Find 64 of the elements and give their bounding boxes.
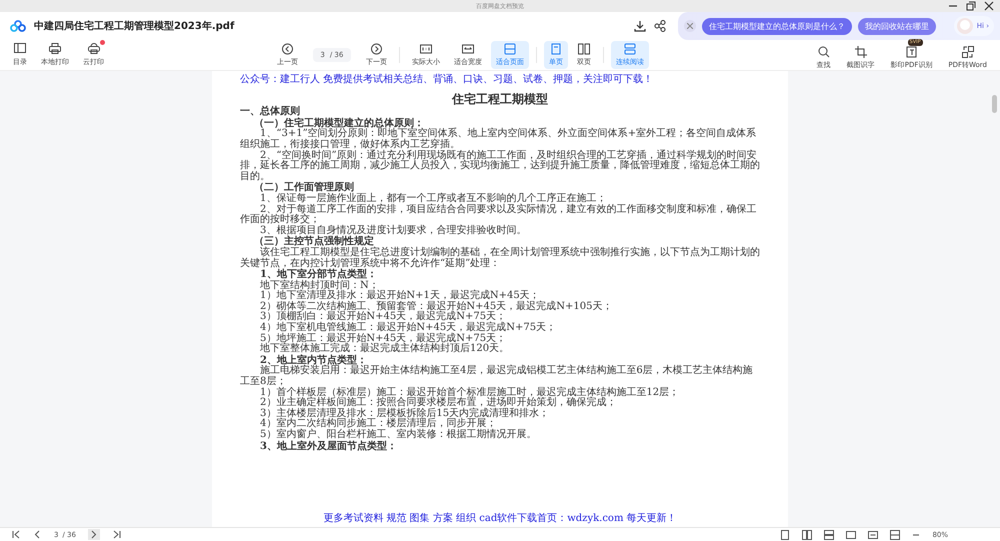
avatar-icon bbox=[956, 17, 974, 35]
fit-page-icon[interactable] bbox=[890, 530, 900, 540]
single-page-icon[interactable] bbox=[780, 530, 790, 540]
search-icon bbox=[818, 46, 830, 58]
last-page-icon[interactable] bbox=[112, 530, 121, 539]
subsection-heading: 2、地上室内节点类型： bbox=[259, 356, 367, 366]
subsection-heading: （二）工作面管理原则 bbox=[253, 183, 354, 194]
paragraph: 1）地下室清理及排水：最迟开始N+1天，最迟完成N+45天； bbox=[259, 291, 540, 302]
subsection-heading: （一）住宅工期模型建立的总体原则： bbox=[253, 118, 424, 129]
first-page-icon[interactable] bbox=[12, 530, 21, 539]
actual-size-icon[interactable] bbox=[846, 530, 856, 540]
single-page-icon bbox=[550, 43, 562, 55]
chevron-left-icon bbox=[282, 43, 293, 55]
previous-icon[interactable] bbox=[33, 530, 42, 539]
actual-size-icon bbox=[420, 43, 432, 55]
paragraph: 1）首个样板层（标准层）施工：最迟开始首个标准层施工时，最迟完成主体结构施工至12层； bbox=[259, 388, 680, 398]
suggestion-chip[interactable]: 住宅工期模型建立的总体原则是什么？ bbox=[702, 18, 852, 34]
subsection-heading: 1、地下室分部节点类型： bbox=[259, 270, 378, 280]
document-title: 住宅工程工期模型 bbox=[450, 94, 549, 104]
paragraph: 4）地下室机电管线施工：最迟开始N+45天，最迟完成N+75天； bbox=[259, 323, 558, 334]
paragraph: 地下室整体施工完成：最迟完成主体结构封顶后120天。 bbox=[259, 344, 510, 354]
double-page-icon[interactable] bbox=[802, 530, 812, 540]
paragraph: 5）地坪施工：最迟开始N+45天，最迟完成N+75天； bbox=[259, 334, 508, 344]
notice-text: 公众号：建工行人 免费提供考试相关总结、背诵、口诀、习题、试卷、押题，关注即可下载！ bbox=[240, 75, 654, 86]
paragraph: 2、“空间换时间”原则：通过充分利用现场既有的施工工作面，及时组织合理的工艺穿插，通过科学规划的时间安排，延长各工序的施工周期，减少施工人员投入，实现均衡施工，达到提升施工质量，降低管理难度，缩短总体工期的目的。 bbox=[240, 150, 760, 182]
section-heading: 一、总体原则 bbox=[240, 107, 300, 118]
printer-icon bbox=[88, 43, 100, 54]
close-button[interactable] bbox=[684, 20, 696, 32]
sidebar-icon bbox=[14, 43, 26, 53]
subsection-heading: （三）主控节点强制性规定 bbox=[253, 237, 374, 248]
close-icon[interactable] bbox=[984, 1, 994, 11]
subsection-heading: 3、地上室外及屋面节点类型： bbox=[259, 442, 398, 452]
continuous-icon[interactable] bbox=[824, 530, 834, 540]
double-page-icon bbox=[578, 43, 590, 55]
chevron-right-icon bbox=[370, 43, 382, 55]
paragraph: 5）室内窗户、阳台栏杆施工、室内装修：根据工期情况开展。 bbox=[259, 430, 538, 440]
footer-text: 更多考试资料 规范 图集 方案 组织 cad软件下载首页：wdzyk.com 每天更新！ bbox=[322, 514, 678, 525]
share-icon[interactable] bbox=[654, 20, 666, 32]
fit-page-icon bbox=[504, 43, 516, 55]
paragraph: 3、根据项目自身情况及进度计划要求，合理安排验收时间。 bbox=[259, 226, 528, 236]
paragraph: 1、“3+1”空间划分原则：即地下室空间体系、地上室内空间体系、外立面空间体系+室外工程；各空间自成体系组织施工，衔接接口管理，做好体系内工艺穿插。 bbox=[240, 129, 758, 150]
restore-icon[interactable] bbox=[966, 1, 976, 11]
continuous-icon bbox=[624, 43, 636, 55]
paragraph: 3）顶棚刮白：最迟开始N+45天，最迟完成N+75天； bbox=[259, 312, 506, 322]
printer-icon bbox=[49, 43, 61, 54]
paragraph: 2、对于每道工序工作面的安排，项目应结合合同要求以及实际情况，建立有效的工作面移交制度和标准，确保工作面的按时移交； bbox=[240, 204, 758, 226]
cloud-logo-icon bbox=[10, 20, 26, 32]
close-icon bbox=[687, 23, 693, 29]
fit-width-icon bbox=[462, 43, 474, 55]
paragraph: 该住宅工程工期模型是住宅总进度计划编制的基础，在全周计划管理系统中强制推行实施，以下节点为工期计划的关键节点，在内控计划管理系统中将不允许作“延期”处理： bbox=[240, 248, 760, 268]
crop-icon bbox=[854, 46, 867, 58]
document-scan-icon bbox=[906, 46, 918, 58]
paragraph: 1、保证每一层施作业面上，都有一个工序或者互不影响的几个工序正在施工； bbox=[259, 194, 608, 204]
paragraph: 2）砌体等二次结构施工、预留套管：最迟开始N+45天，最迟完成N+105天； bbox=[259, 302, 614, 312]
download-icon[interactable] bbox=[634, 20, 646, 32]
paragraph: 4）室内二次结构同步施工：楼层清理后，同步开展； bbox=[259, 419, 496, 430]
next-button[interactable] bbox=[88, 529, 100, 540]
paragraph: 施工电梯安装启用：最迟开始主体结构施工至4层，最迟完成铝模工艺主体结构施工至6层，木模工艺主体结构施工至8层； bbox=[240, 366, 754, 388]
paragraph: 3）主体楼层清理及排水：层模板拆除后15天内完成清理和排水； bbox=[259, 408, 550, 419]
paragraph: 2）业主确定样板间施工：按照合同要求楼层布置，进场即开始策划，确保完成； bbox=[259, 398, 618, 408]
fit-width-icon[interactable] bbox=[868, 530, 878, 540]
paragraph: 地下室结构封顶时间：N； bbox=[259, 280, 379, 291]
file-name: 中建四局住宅工程工期管理模型2023年.pdf bbox=[34, 19, 234, 33]
convert-icon bbox=[962, 46, 974, 58]
